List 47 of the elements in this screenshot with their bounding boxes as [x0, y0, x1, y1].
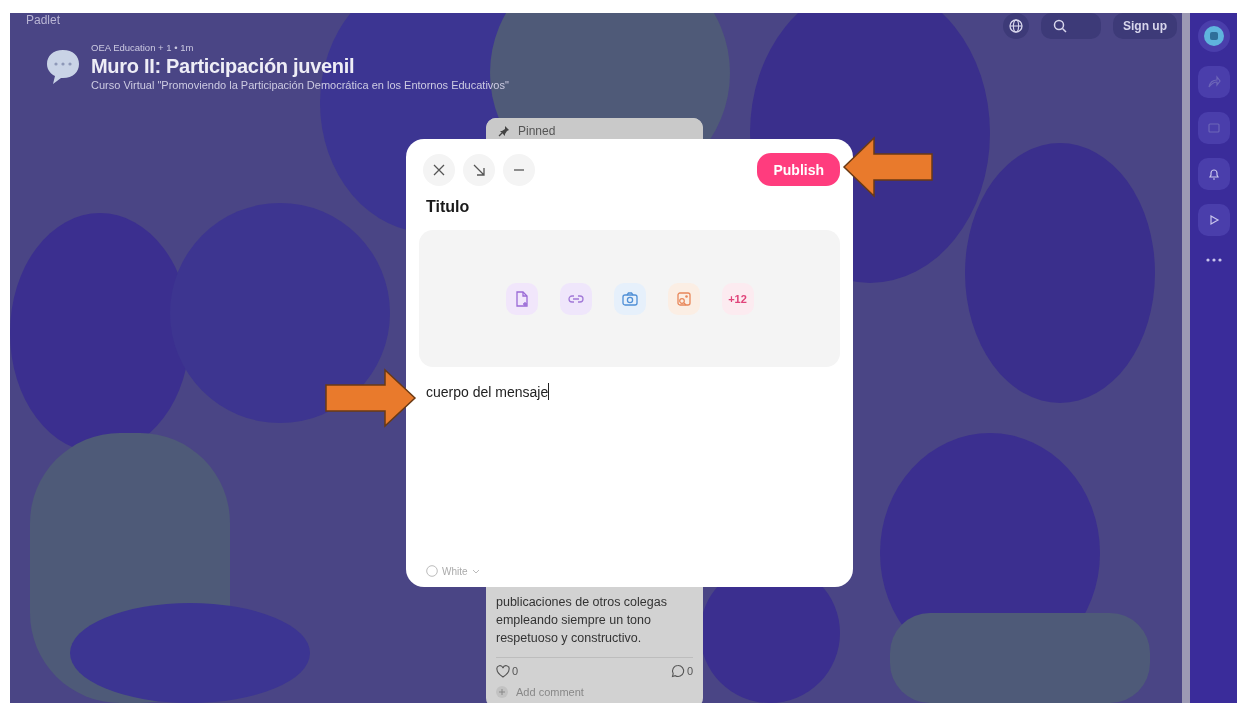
- close-icon: [433, 163, 445, 176]
- arrow-icon: [473, 163, 485, 176]
- board-subtitle: Curso Virtual "Promoviendo la Participación Democrática en los Entornos Educativos": [91, 78, 509, 93]
- more-icon: [1205, 258, 1222, 262]
- like-button[interactable]: 0: [496, 664, 519, 678]
- share-icon: [1206, 75, 1221, 89]
- profile-button[interactable]: [1197, 20, 1230, 52]
- search-icon: [1053, 19, 1067, 33]
- avatar-icon: [1203, 26, 1224, 46]
- board-title: Muro II: Participación juvenil: [91, 54, 356, 78]
- publish-button[interactable]: Publish: [757, 153, 840, 186]
- close-button[interactable]: [423, 153, 455, 186]
- language-button[interactable]: [1003, 13, 1029, 39]
- collapse-button[interactable]: [463, 153, 495, 186]
- globe-icon: [1009, 19, 1023, 33]
- notifications-button[interactable]: [1197, 158, 1230, 190]
- link-button[interactable]: [559, 282, 592, 315]
- scrollbar[interactable]: [1182, 13, 1190, 703]
- chevron-down-icon: [471, 568, 480, 574]
- plus-icon: [496, 686, 508, 698]
- bell-icon: [1206, 167, 1221, 181]
- attach-file-button[interactable]: [505, 282, 538, 315]
- comment-button[interactable]: 0: [670, 664, 693, 678]
- minus-icon: [514, 168, 524, 171]
- slideshow-button[interactable]: [1197, 112, 1230, 144]
- body-field[interactable]: cuerpo del mensaje: [426, 383, 840, 400]
- board-meta: OEA Education + 1 • 1m: [91, 41, 195, 54]
- heart-icon: [496, 664, 510, 678]
- comment-icon: [670, 664, 685, 678]
- image-icon: [675, 290, 692, 307]
- circle-icon: [426, 565, 438, 577]
- app-name: Padlet: [26, 13, 62, 27]
- play-button[interactable]: [1197, 204, 1230, 236]
- chat-bubble-icon: [45, 48, 81, 86]
- screen-icon: [1206, 121, 1221, 135]
- camera-button[interactable]: [613, 282, 646, 315]
- image-search-button[interactable]: [667, 282, 700, 315]
- pinned-label: Pinned: [518, 124, 556, 138]
- share-button[interactable]: [1197, 66, 1230, 98]
- more-attachments-button[interactable]: +12: [721, 282, 754, 315]
- file-plus-icon: [513, 290, 530, 307]
- pin-icon: [498, 125, 510, 137]
- title-field[interactable]: Titulo: [426, 198, 840, 216]
- post-text: publicaciones de otros colegas empleando siempre un tono respetuoso y constructivo.: [496, 594, 668, 647]
- camera-icon: [621, 290, 638, 307]
- search-button[interactable]: [1041, 13, 1101, 39]
- sign-up-button[interactable]: Sign up: [1113, 13, 1177, 39]
